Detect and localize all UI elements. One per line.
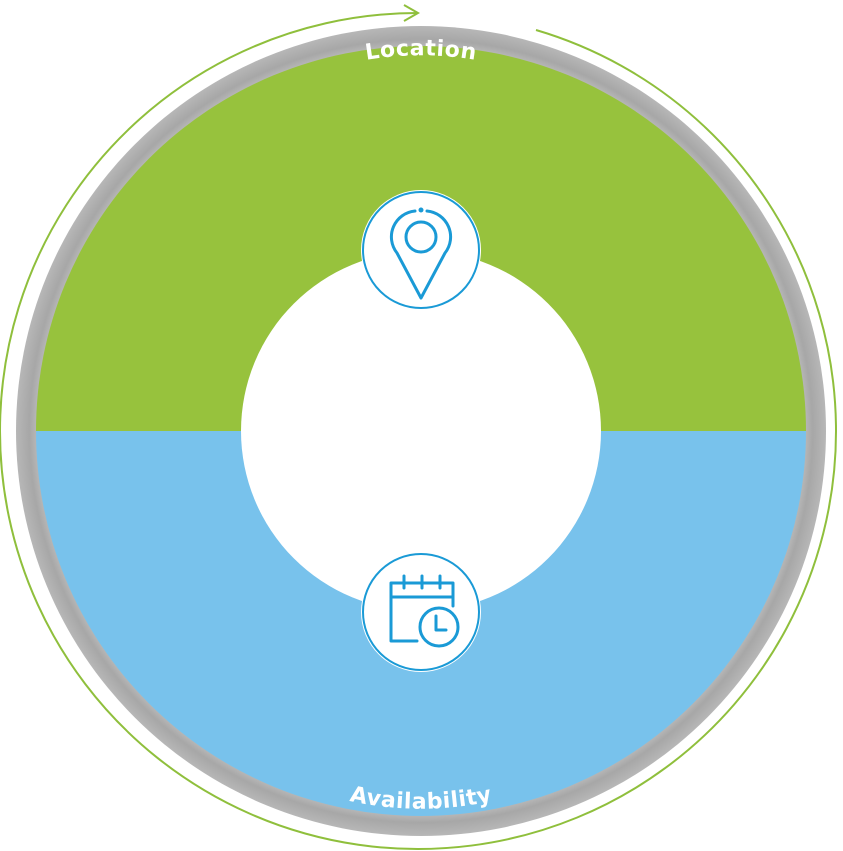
location-badge [361, 190, 481, 310]
availability-badge [361, 552, 481, 672]
cycle-diagram: Location Availability [0, 4, 837, 850]
